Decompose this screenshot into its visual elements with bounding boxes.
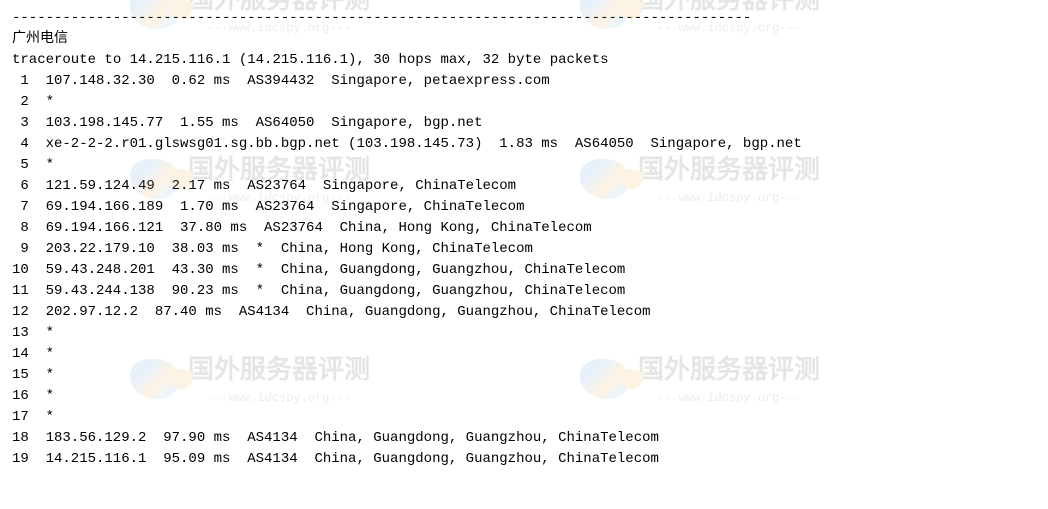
hop-details: * <box>29 367 54 383</box>
hop-row: 6 121.59.124.49 2.17 ms AS23764 Singapor… <box>12 176 1036 197</box>
hop-row: 3 103.198.145.77 1.55 ms AS64050 Singapo… <box>12 113 1036 134</box>
hop-number: 19 <box>12 449 29 470</box>
hop-row: 17 * <box>12 407 1036 428</box>
hop-row: 8 69.194.166.121 37.80 ms AS23764 China,… <box>12 218 1036 239</box>
hop-details: xe-2-2-2.r01.glswsg01.sg.bb.bgp.net (103… <box>29 136 802 152</box>
hop-number: 18 <box>12 428 29 449</box>
hop-details: * <box>29 157 54 173</box>
hop-number: 15 <box>12 365 29 386</box>
hop-details: 203.22.179.10 38.03 ms * China, Hong Kon… <box>29 241 533 257</box>
hop-number: 5 <box>12 155 29 176</box>
hop-row: 11 59.43.244.138 90.23 ms * China, Guang… <box>12 281 1036 302</box>
hop-row: 12 202.97.12.2 87.40 ms AS4134 China, Gu… <box>12 302 1036 323</box>
hop-row: 16 * <box>12 386 1036 407</box>
hop-number: 7 <box>12 197 29 218</box>
hop-details: * <box>29 94 54 110</box>
hop-details: 14.215.116.1 95.09 ms AS4134 China, Guan… <box>29 451 659 467</box>
hop-row: 1 107.148.32.30 0.62 ms AS394432 Singapo… <box>12 71 1036 92</box>
hop-row: 2 * <box>12 92 1036 113</box>
hop-details: * <box>29 346 54 362</box>
hop-row: 4 xe-2-2-2.r01.glswsg01.sg.bb.bgp.net (1… <box>12 134 1036 155</box>
hop-number: 2 <box>12 92 29 113</box>
hop-number: 16 <box>12 386 29 407</box>
hop-details: 69.194.166.121 37.80 ms AS23764 China, H… <box>29 220 592 236</box>
hop-row: 5 * <box>12 155 1036 176</box>
hop-details: * <box>29 325 54 341</box>
hop-row: 14 * <box>12 344 1036 365</box>
hop-details: 59.43.248.201 43.30 ms * China, Guangdon… <box>29 262 626 278</box>
hop-row: 15 * <box>12 365 1036 386</box>
traceroute-title: 广州电信 <box>12 29 1036 50</box>
hop-number: 13 <box>12 323 29 344</box>
hop-details: * <box>29 409 54 425</box>
hop-number: 6 <box>12 176 29 197</box>
hop-row: 7 69.194.166.189 1.70 ms AS23764 Singapo… <box>12 197 1036 218</box>
hop-number: 3 <box>12 113 29 134</box>
hop-number: 4 <box>12 134 29 155</box>
hop-number: 12 <box>12 302 29 323</box>
hop-number: 8 <box>12 218 29 239</box>
hop-details: 103.198.145.77 1.55 ms AS64050 Singapore… <box>29 115 483 131</box>
hop-details: 107.148.32.30 0.62 ms AS394432 Singapore… <box>29 73 550 89</box>
hop-details: * <box>29 388 54 404</box>
hop-number: 10 <box>12 260 29 281</box>
hop-details: 183.56.129.2 97.90 ms AS4134 China, Guan… <box>29 430 659 446</box>
traceroute-hops: 1 107.148.32.30 0.62 ms AS394432 Singapo… <box>12 71 1036 470</box>
hop-row: 10 59.43.248.201 43.30 ms * China, Guang… <box>12 260 1036 281</box>
hop-row: 18 183.56.129.2 97.90 ms AS4134 China, G… <box>12 428 1036 449</box>
hop-number: 9 <box>12 239 29 260</box>
hop-details: 202.97.12.2 87.40 ms AS4134 China, Guang… <box>29 304 651 320</box>
separator-line: ----------------------------------------… <box>12 8 1036 29</box>
hop-row: 9 203.22.179.10 38.03 ms * China, Hong K… <box>12 239 1036 260</box>
traceroute-header: traceroute to 14.215.116.1 (14.215.116.1… <box>12 50 1036 71</box>
hop-row: 13 * <box>12 323 1036 344</box>
hop-number: 11 <box>12 281 29 302</box>
hop-details: 59.43.244.138 90.23 ms * China, Guangdon… <box>29 283 626 299</box>
hop-number: 14 <box>12 344 29 365</box>
hop-number: 17 <box>12 407 29 428</box>
hop-details: 121.59.124.49 2.17 ms AS23764 Singapore,… <box>29 178 516 194</box>
hop-number: 1 <box>12 71 29 92</box>
hop-details: 69.194.166.189 1.70 ms AS23764 Singapore… <box>29 199 525 215</box>
hop-row: 19 14.215.116.1 95.09 ms AS4134 China, G… <box>12 449 1036 470</box>
